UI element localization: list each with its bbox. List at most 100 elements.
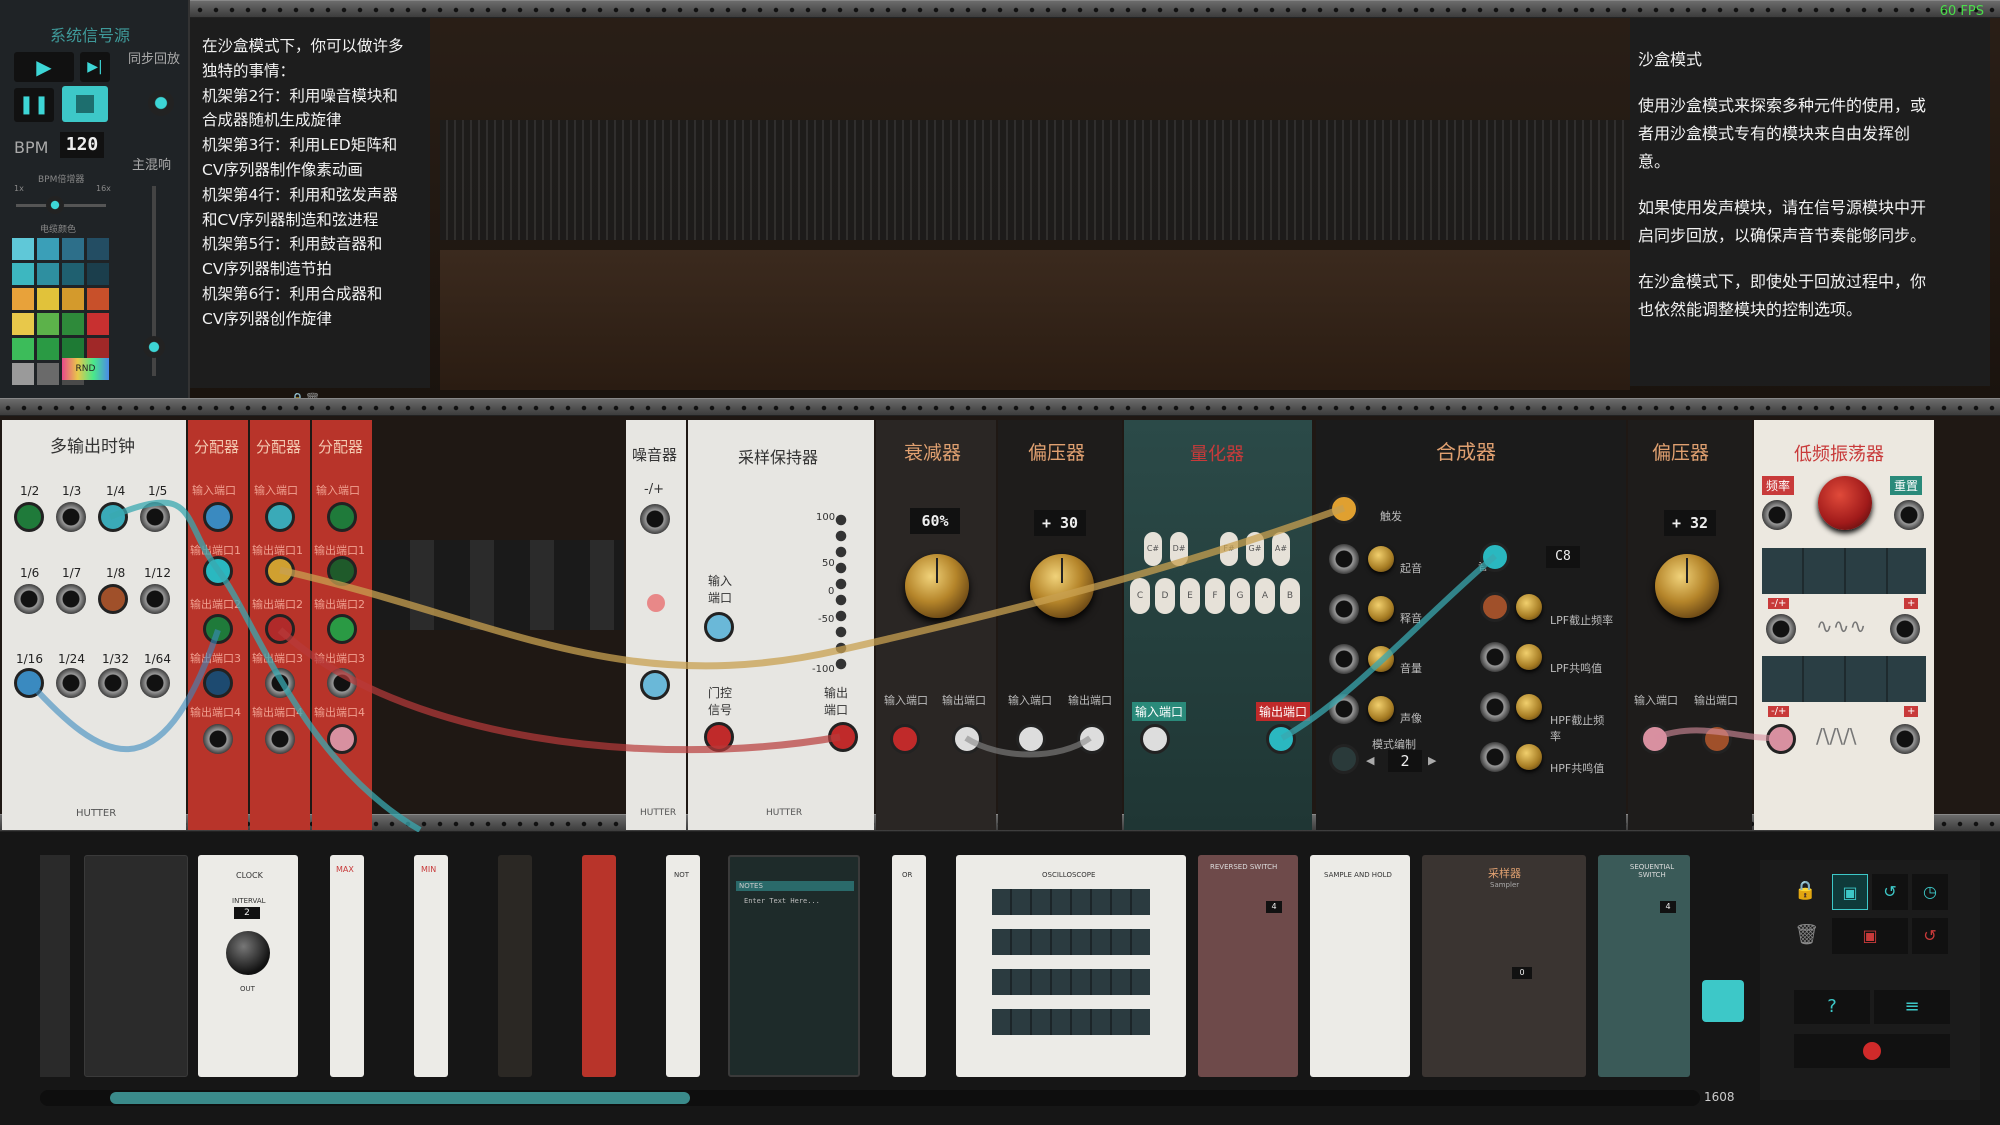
synth-release-in[interactable]: [1329, 594, 1359, 624]
quantizer-key-b[interactable]: B: [1280, 578, 1300, 614]
palette-splitter-module[interactable]: [582, 855, 616, 1077]
cable-color-swatch[interactable]: [12, 338, 34, 360]
splitter2-in[interactable]: [265, 502, 295, 532]
clock-out-1-12[interactable]: [140, 584, 170, 614]
palette-scrollbar-track[interactable]: [40, 1090, 1700, 1106]
attenuator-in[interactable]: [890, 724, 920, 754]
palette-reversed-switch-module[interactable]: REVERSED SWITCH 4: [1198, 855, 1298, 1077]
clock-out-1-16[interactable]: [14, 668, 44, 698]
offset1-in[interactable]: [1016, 724, 1046, 754]
splitter1-out2[interactable]: [203, 614, 233, 644]
cable-color-swatch[interactable]: [62, 238, 84, 260]
palette-notes-placeholder[interactable]: Enter Text Here...: [744, 897, 820, 905]
clock-out-1-64[interactable]: [140, 668, 170, 698]
clock-out-1-6[interactable]: [14, 584, 44, 614]
synth-volume-in[interactable]: [1329, 644, 1359, 674]
lfo-tri-out-a[interactable]: [1766, 724, 1796, 754]
cable-color-swatch[interactable]: [37, 238, 59, 260]
trash-icon[interactable]: 🗑: [1794, 922, 1819, 950]
cable-color-swatch[interactable]: [87, 288, 109, 310]
synth-hpf-res-in[interactable]: [1480, 742, 1510, 772]
attenuator-out[interactable]: [952, 724, 982, 754]
palette-not-module[interactable]: NOT: [666, 855, 700, 1077]
synth-attack-in[interactable]: [1329, 544, 1359, 574]
cable-color-swatch[interactable]: [12, 363, 34, 385]
cable-color-swatch[interactable]: [62, 338, 84, 360]
stop-button[interactable]: [62, 86, 108, 122]
synth-pan-in[interactable]: [1329, 694, 1359, 724]
synth-hpf-cut-knob[interactable]: [1516, 694, 1542, 720]
lfo-sine-out-b[interactable]: [1890, 614, 1920, 644]
bpm-mult-slider[interactable]: [16, 196, 106, 214]
splitter3-in[interactable]: [327, 502, 357, 532]
synth-lpf-cut-in[interactable]: [1480, 592, 1510, 622]
synth-lpf-res-knob[interactable]: [1516, 644, 1542, 670]
menu-button[interactable]: ≡: [1874, 990, 1950, 1024]
quantizer-key-e[interactable]: E: [1180, 578, 1200, 614]
cable-color-swatch[interactable]: [62, 288, 84, 310]
quantizer-key-g-sharp[interactable]: G#: [1246, 532, 1264, 566]
lfo-tri-out-b[interactable]: [1890, 724, 1920, 754]
quantizer-key-d-sharp[interactable]: D#: [1170, 532, 1188, 566]
module-view-button[interactable]: ▣: [1832, 874, 1868, 910]
cable-color-swatch[interactable]: [87, 238, 109, 260]
noise-out[interactable]: [640, 504, 670, 534]
delete-cable-icon[interactable]: ↺: [1912, 918, 1948, 954]
lfo-sine-out-a[interactable]: [1766, 614, 1796, 644]
quantizer-out[interactable]: [1266, 724, 1296, 754]
offset1-knob[interactable]: [1030, 554, 1094, 618]
cable-color-swatch[interactable]: [37, 363, 59, 385]
synth-preset-in[interactable]: [1329, 744, 1359, 774]
clock-out-1-2[interactable]: [14, 502, 44, 532]
lfo-reset-in[interactable]: [1894, 500, 1924, 530]
synth-volume-knob[interactable]: [1368, 646, 1394, 672]
step-button[interactable]: ▶|: [80, 52, 110, 82]
pause-button[interactable]: ❚❚: [14, 88, 54, 122]
sample-hold-in[interactable]: [704, 612, 734, 642]
palette-or-module[interactable]: OR: [892, 855, 926, 1077]
palette-notes-module[interactable]: NOTES Enter Text Here...: [728, 855, 860, 1077]
random-color-button[interactable]: RND: [62, 358, 109, 380]
master-reverb-slider[interactable]: [143, 186, 165, 376]
help-button[interactable]: ?: [1794, 990, 1870, 1024]
synth-preset-prev[interactable]: ◀: [1366, 754, 1382, 770]
bpm-value-field[interactable]: 120: [60, 132, 104, 158]
splitter2-out1[interactable]: [265, 556, 295, 586]
synth-hpf-res-knob[interactable]: [1516, 744, 1542, 770]
cable-color-swatch[interactable]: [37, 313, 59, 335]
palette-max-module[interactable]: MAX: [330, 855, 364, 1077]
clock-out-1-5[interactable]: [140, 502, 170, 532]
synth-preset-next[interactable]: ▶: [1428, 754, 1444, 770]
lfo-freq-in[interactable]: [1762, 500, 1792, 530]
cable-color-swatch[interactable]: [12, 263, 34, 285]
clock-icon[interactable]: ◷: [1912, 874, 1948, 910]
synth-release-knob[interactable]: [1368, 596, 1394, 622]
reverb-slider-handle[interactable]: [143, 336, 165, 358]
clock-out-1-32[interactable]: [98, 668, 128, 698]
bpm-mult-handle[interactable]: [46, 196, 64, 214]
splitter1-out1[interactable]: [203, 556, 233, 586]
cable-color-swatch[interactable]: [37, 288, 59, 310]
sync-toggle[interactable]: [148, 90, 174, 116]
quantizer-key-c-sharp[interactable]: C#: [1144, 532, 1162, 566]
splitter3-out4[interactable]: [327, 724, 357, 754]
clock-out-1-7[interactable]: [56, 584, 86, 614]
splitter2-out4[interactable]: [265, 724, 295, 754]
cable-color-swatch[interactable]: [87, 338, 109, 360]
palette-page-button[interactable]: [1702, 980, 1744, 1022]
splitter1-in[interactable]: [203, 502, 233, 532]
palette-blank-module[interactable]: [84, 855, 188, 1077]
attenuator-knob[interactable]: [905, 554, 969, 618]
quantizer-in[interactable]: [1140, 724, 1170, 754]
clock-out-1-24[interactable]: [56, 668, 86, 698]
cable-color-swatch[interactable]: [62, 263, 84, 285]
palette-scrollbar-thumb[interactable]: [110, 1092, 690, 1104]
cable-color-swatch[interactable]: [12, 288, 34, 310]
synth-attack-knob[interactable]: [1368, 546, 1394, 572]
quantizer-key-a-sharp[interactable]: A#: [1272, 532, 1290, 566]
sample-hold-out[interactable]: [828, 722, 858, 752]
palette-min-module[interactable]: MIN: [414, 855, 448, 1077]
record-button[interactable]: [1794, 1034, 1950, 1068]
splitter1-out4[interactable]: [203, 724, 233, 754]
quantizer-key-a[interactable]: A: [1255, 578, 1275, 614]
